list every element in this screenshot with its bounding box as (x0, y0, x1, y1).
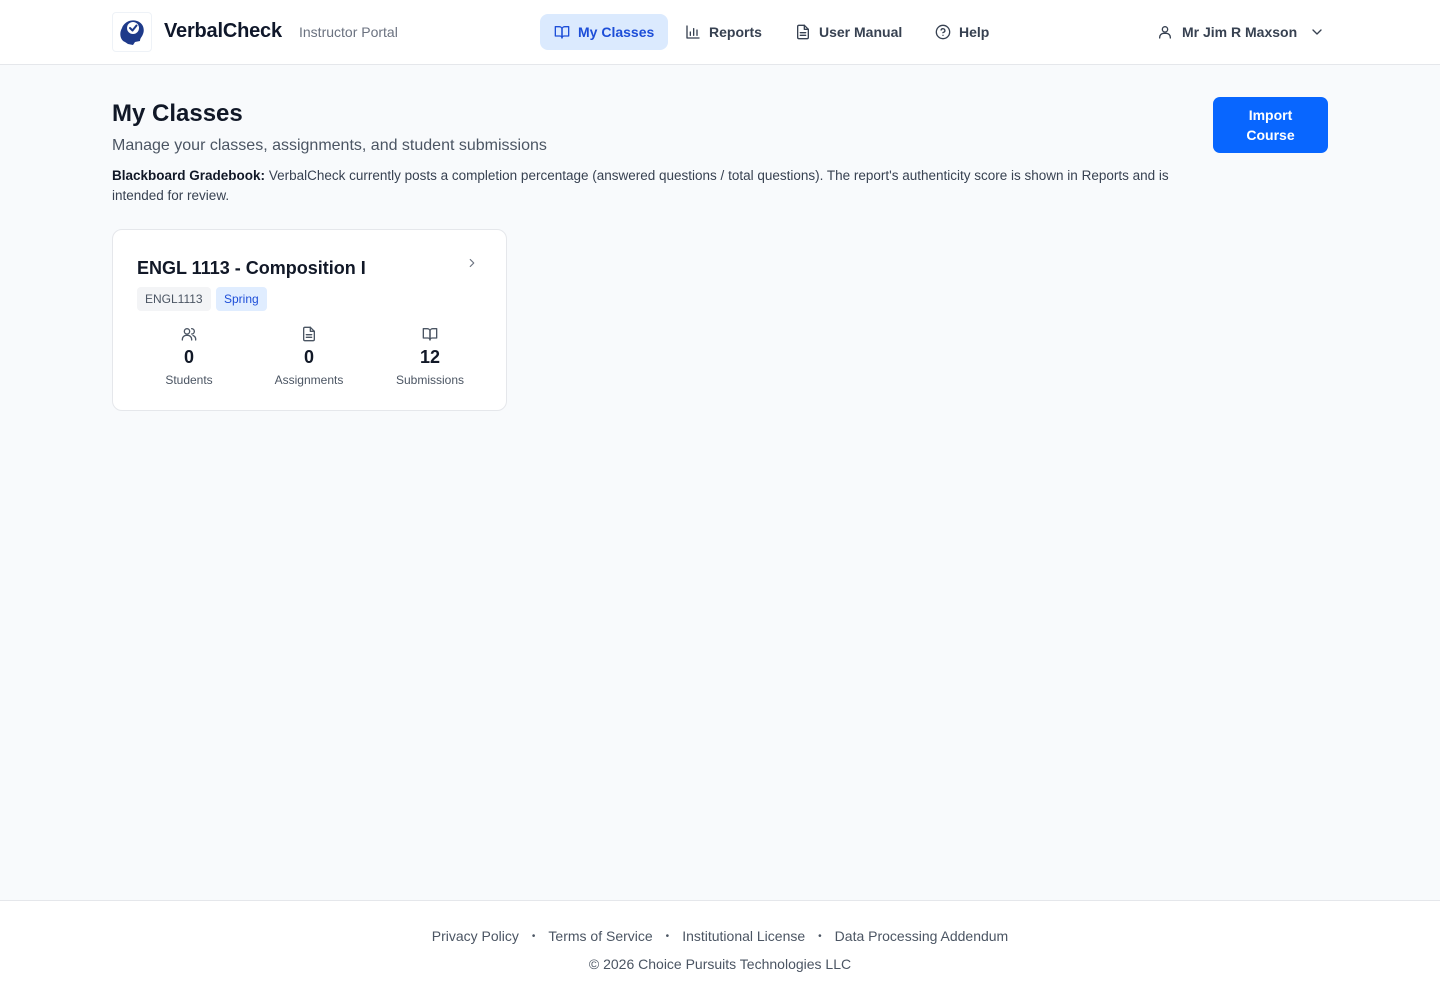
user-icon (1159, 26, 1171, 39)
chevron-right-icon (469, 258, 475, 268)
footer: Privacy Policy • Terms of Service • Inst… (0, 900, 1440, 997)
gradebook-notice-text: VerbalCheck currently posts a completion… (112, 168, 1169, 203)
stat-submissions-label: Submissions (395, 373, 465, 387)
brand-name: VerbalCheck (164, 20, 282, 42)
page-title: My Classes (112, 100, 243, 127)
nav-help-label: Help (959, 24, 990, 40)
nav-reports-label: Reports (709, 24, 762, 40)
book-open-icon (554, 26, 570, 39)
footer-separator: • (665, 930, 670, 942)
stat-assignments: 0 Assignments (259, 326, 359, 387)
terms-of-service-link[interactable]: Terms of Service (548, 928, 652, 944)
privacy-policy-link[interactable]: Privacy Policy (432, 928, 519, 944)
nav-user-manual-label: User Manual (819, 24, 903, 40)
document-icon (797, 24, 809, 40)
chevron-down-icon (1312, 29, 1322, 35)
institutional-license-link[interactable]: Institutional License (682, 928, 805, 944)
class-term-badge: Spring (216, 287, 267, 311)
footer-separator: • (531, 930, 536, 942)
verbalcheck-logo[interactable] (112, 12, 152, 52)
gradebook-notice: Blackboard Gradebook: VerbalCheck curren… (112, 166, 1202, 206)
nav-my-classes[interactable]: My Classes (540, 14, 669, 50)
brain-check-logo-icon (120, 20, 144, 45)
help-circle-icon (935, 24, 951, 40)
file-text-icon (303, 326, 315, 342)
class-title: ENGL 1113 - Composition I (137, 258, 366, 278)
stat-students-value: 0 (183, 347, 194, 367)
class-code-badge: ENGL1113 (137, 287, 211, 311)
stat-submissions-value: 12 (419, 347, 441, 367)
data-processing-addendum-link[interactable]: Data Processing Addendum (835, 928, 1009, 944)
stat-students: 0 Students (139, 326, 239, 387)
bar-chart-icon (686, 25, 700, 39)
footer-separator: • (818, 930, 822, 942)
copyright: © 2026 Choice Pursuits Technologies LLC (588, 956, 852, 972)
gradebook-notice-label: Blackboard Gradebook: (112, 168, 266, 183)
nav-help[interactable]: Help (921, 14, 1003, 50)
portal-label: Instructor Portal (299, 24, 398, 40)
user-name: Mr Jim R Maxson (1182, 24, 1298, 40)
nav-user-manual[interactable]: User Manual (781, 14, 916, 50)
stat-assignments-label: Assignments (274, 373, 344, 387)
stat-assignments-value: 0 (303, 347, 314, 367)
nav-reports[interactable]: Reports (671, 14, 776, 50)
book-open-icon (422, 328, 438, 341)
stat-submissions: 12 Submissions (380, 326, 480, 387)
nav-my-classes-label: My Classes (578, 24, 655, 40)
top-navigation-bar: VerbalCheck Instructor Portal My Classes… (0, 0, 1440, 65)
stat-students-label: Students (165, 373, 213, 387)
footer-links: Privacy Policy • Terms of Service • Inst… (0, 928, 1440, 944)
class-card[interactable]: ENGL 1113 - Composition I ENGL1113 Sprin… (112, 229, 507, 411)
users-icon (181, 328, 197, 341)
import-course-button[interactable]: Import Course (1213, 97, 1328, 153)
page-subtitle: Manage your classes, assignments, and st… (112, 137, 547, 154)
user-menu[interactable]: Mr Jim R Maxson (1157, 14, 1325, 50)
